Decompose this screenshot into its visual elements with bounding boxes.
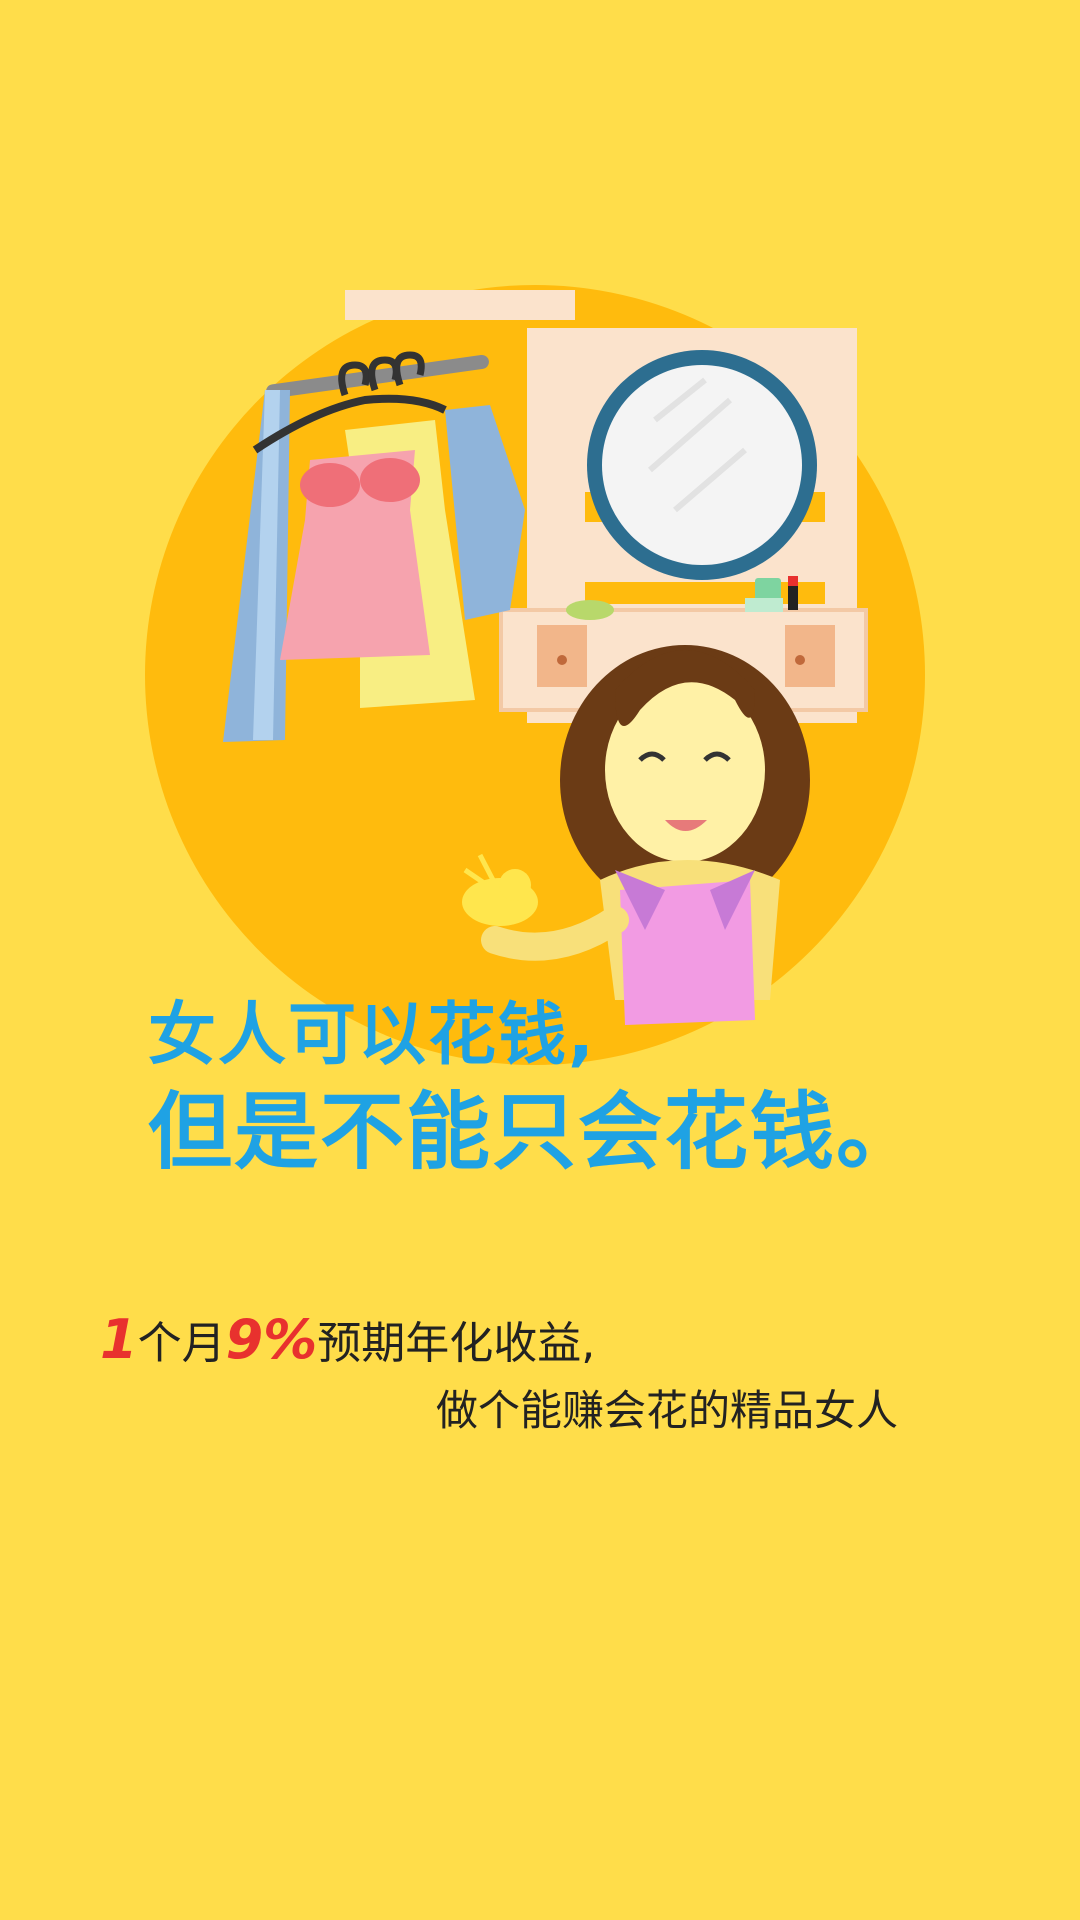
promo-months-label: 个月 xyxy=(137,1318,226,1369)
promo-line-2: 做个能赚会花的精品女人 xyxy=(436,1386,899,1435)
splash-page: 女人可以花钱, 但是不能只会花钱。 1个月9%预期年化收益, 做个能赚会花的精品… xyxy=(0,0,1080,1920)
ceiling-strip xyxy=(345,290,575,320)
headline-line-1: 女人可以花钱, xyxy=(148,996,596,1075)
headline-line-2: 但是不能只会花钱。 xyxy=(148,1083,923,1181)
woman-wardrobe-illustration xyxy=(145,285,925,1065)
promo-rate-label: 预期年化收益, xyxy=(317,1318,596,1369)
headline: 女人可以花钱, 但是不能只会花钱。 xyxy=(148,990,1028,1182)
promo-rate: 9% xyxy=(225,1308,318,1371)
promo-text: 1个月9%预期年化收益, 做个能赚会花的精品女人 xyxy=(100,1305,1000,1443)
promo-months-number: 1 xyxy=(100,1308,138,1371)
promo-line-1: 1个月9%预期年化收益, xyxy=(100,1305,1000,1379)
